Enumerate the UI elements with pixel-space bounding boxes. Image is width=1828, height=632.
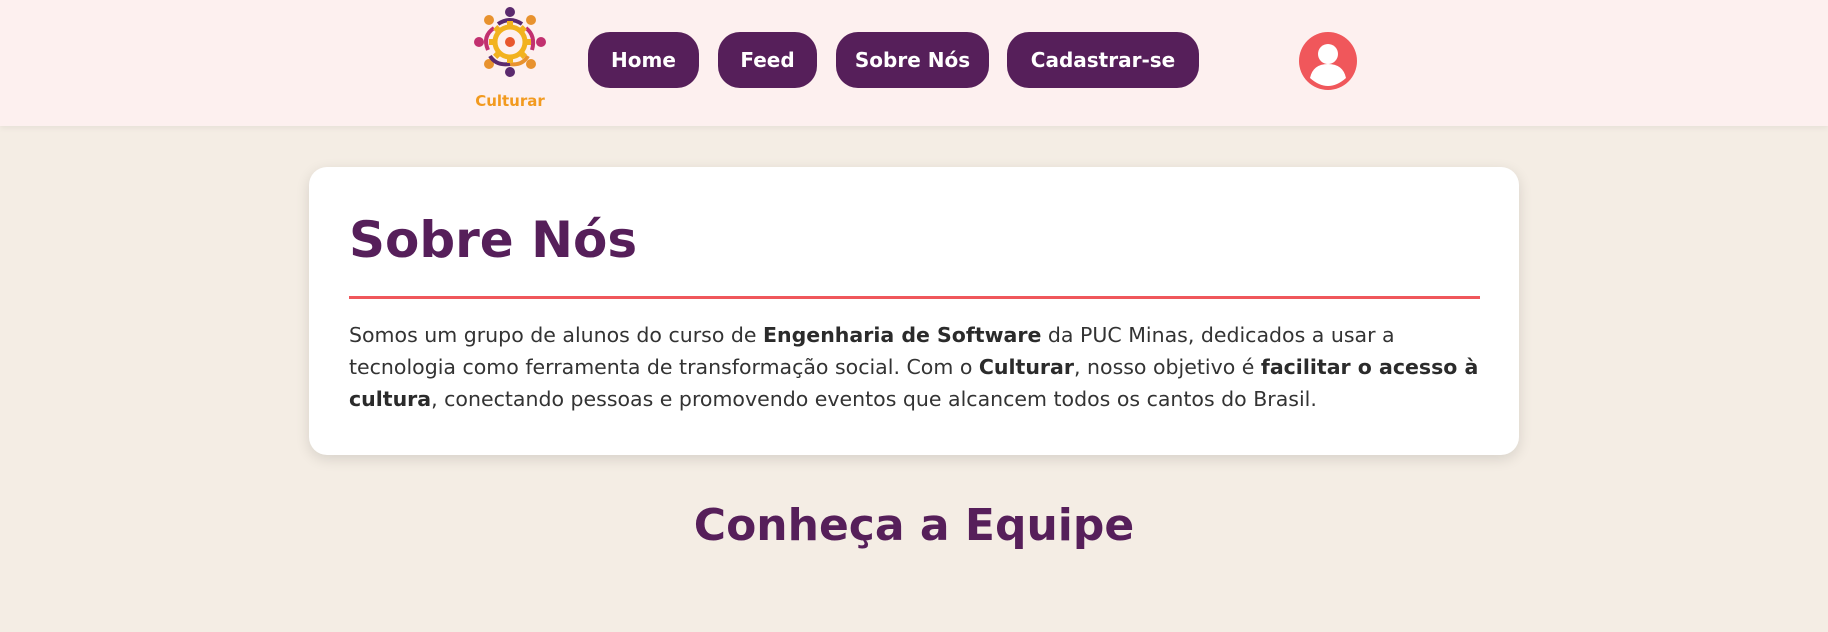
- about-text-part-1: Somos um grupo de alunos do curso de: [349, 323, 764, 347]
- nav-home-button[interactable]: Home: [588, 32, 699, 88]
- about-text-part-3: , nosso objetivo é: [1074, 355, 1261, 379]
- logo-text: Culturar: [475, 92, 545, 110]
- user-profile-icon[interactable]: [1299, 32, 1357, 90]
- nav-feed-button[interactable]: Feed: [718, 32, 817, 88]
- about-card: Sobre Nós Somos um grupo de alunos do cu…: [309, 167, 1519, 455]
- site-header: Culturar Home Feed Sobre Nós Cadastrar-s…: [0, 0, 1828, 126]
- nav-cadastrar-button[interactable]: Cadastrar-se: [1007, 32, 1199, 88]
- nav-sobre-nos-button[interactable]: Sobre Nós: [836, 32, 989, 88]
- about-title: Sobre Nós: [349, 211, 638, 269]
- about-text-highlight-culturar: Culturar: [978, 355, 1074, 379]
- about-text-highlight-course: Engenharia de Software: [763, 323, 1042, 347]
- culturar-logo[interactable]: Culturar: [468, 4, 552, 110]
- title-divider: [349, 296, 1480, 299]
- logo-icon: [474, 7, 546, 77]
- team-section-title: Conheça a Equipe: [693, 500, 1135, 551]
- about-description: Somos um grupo de alunos do curso de Eng…: [349, 319, 1484, 415]
- about-text-part-4: , conectando pessoas e promovendo evento…: [431, 387, 1317, 411]
